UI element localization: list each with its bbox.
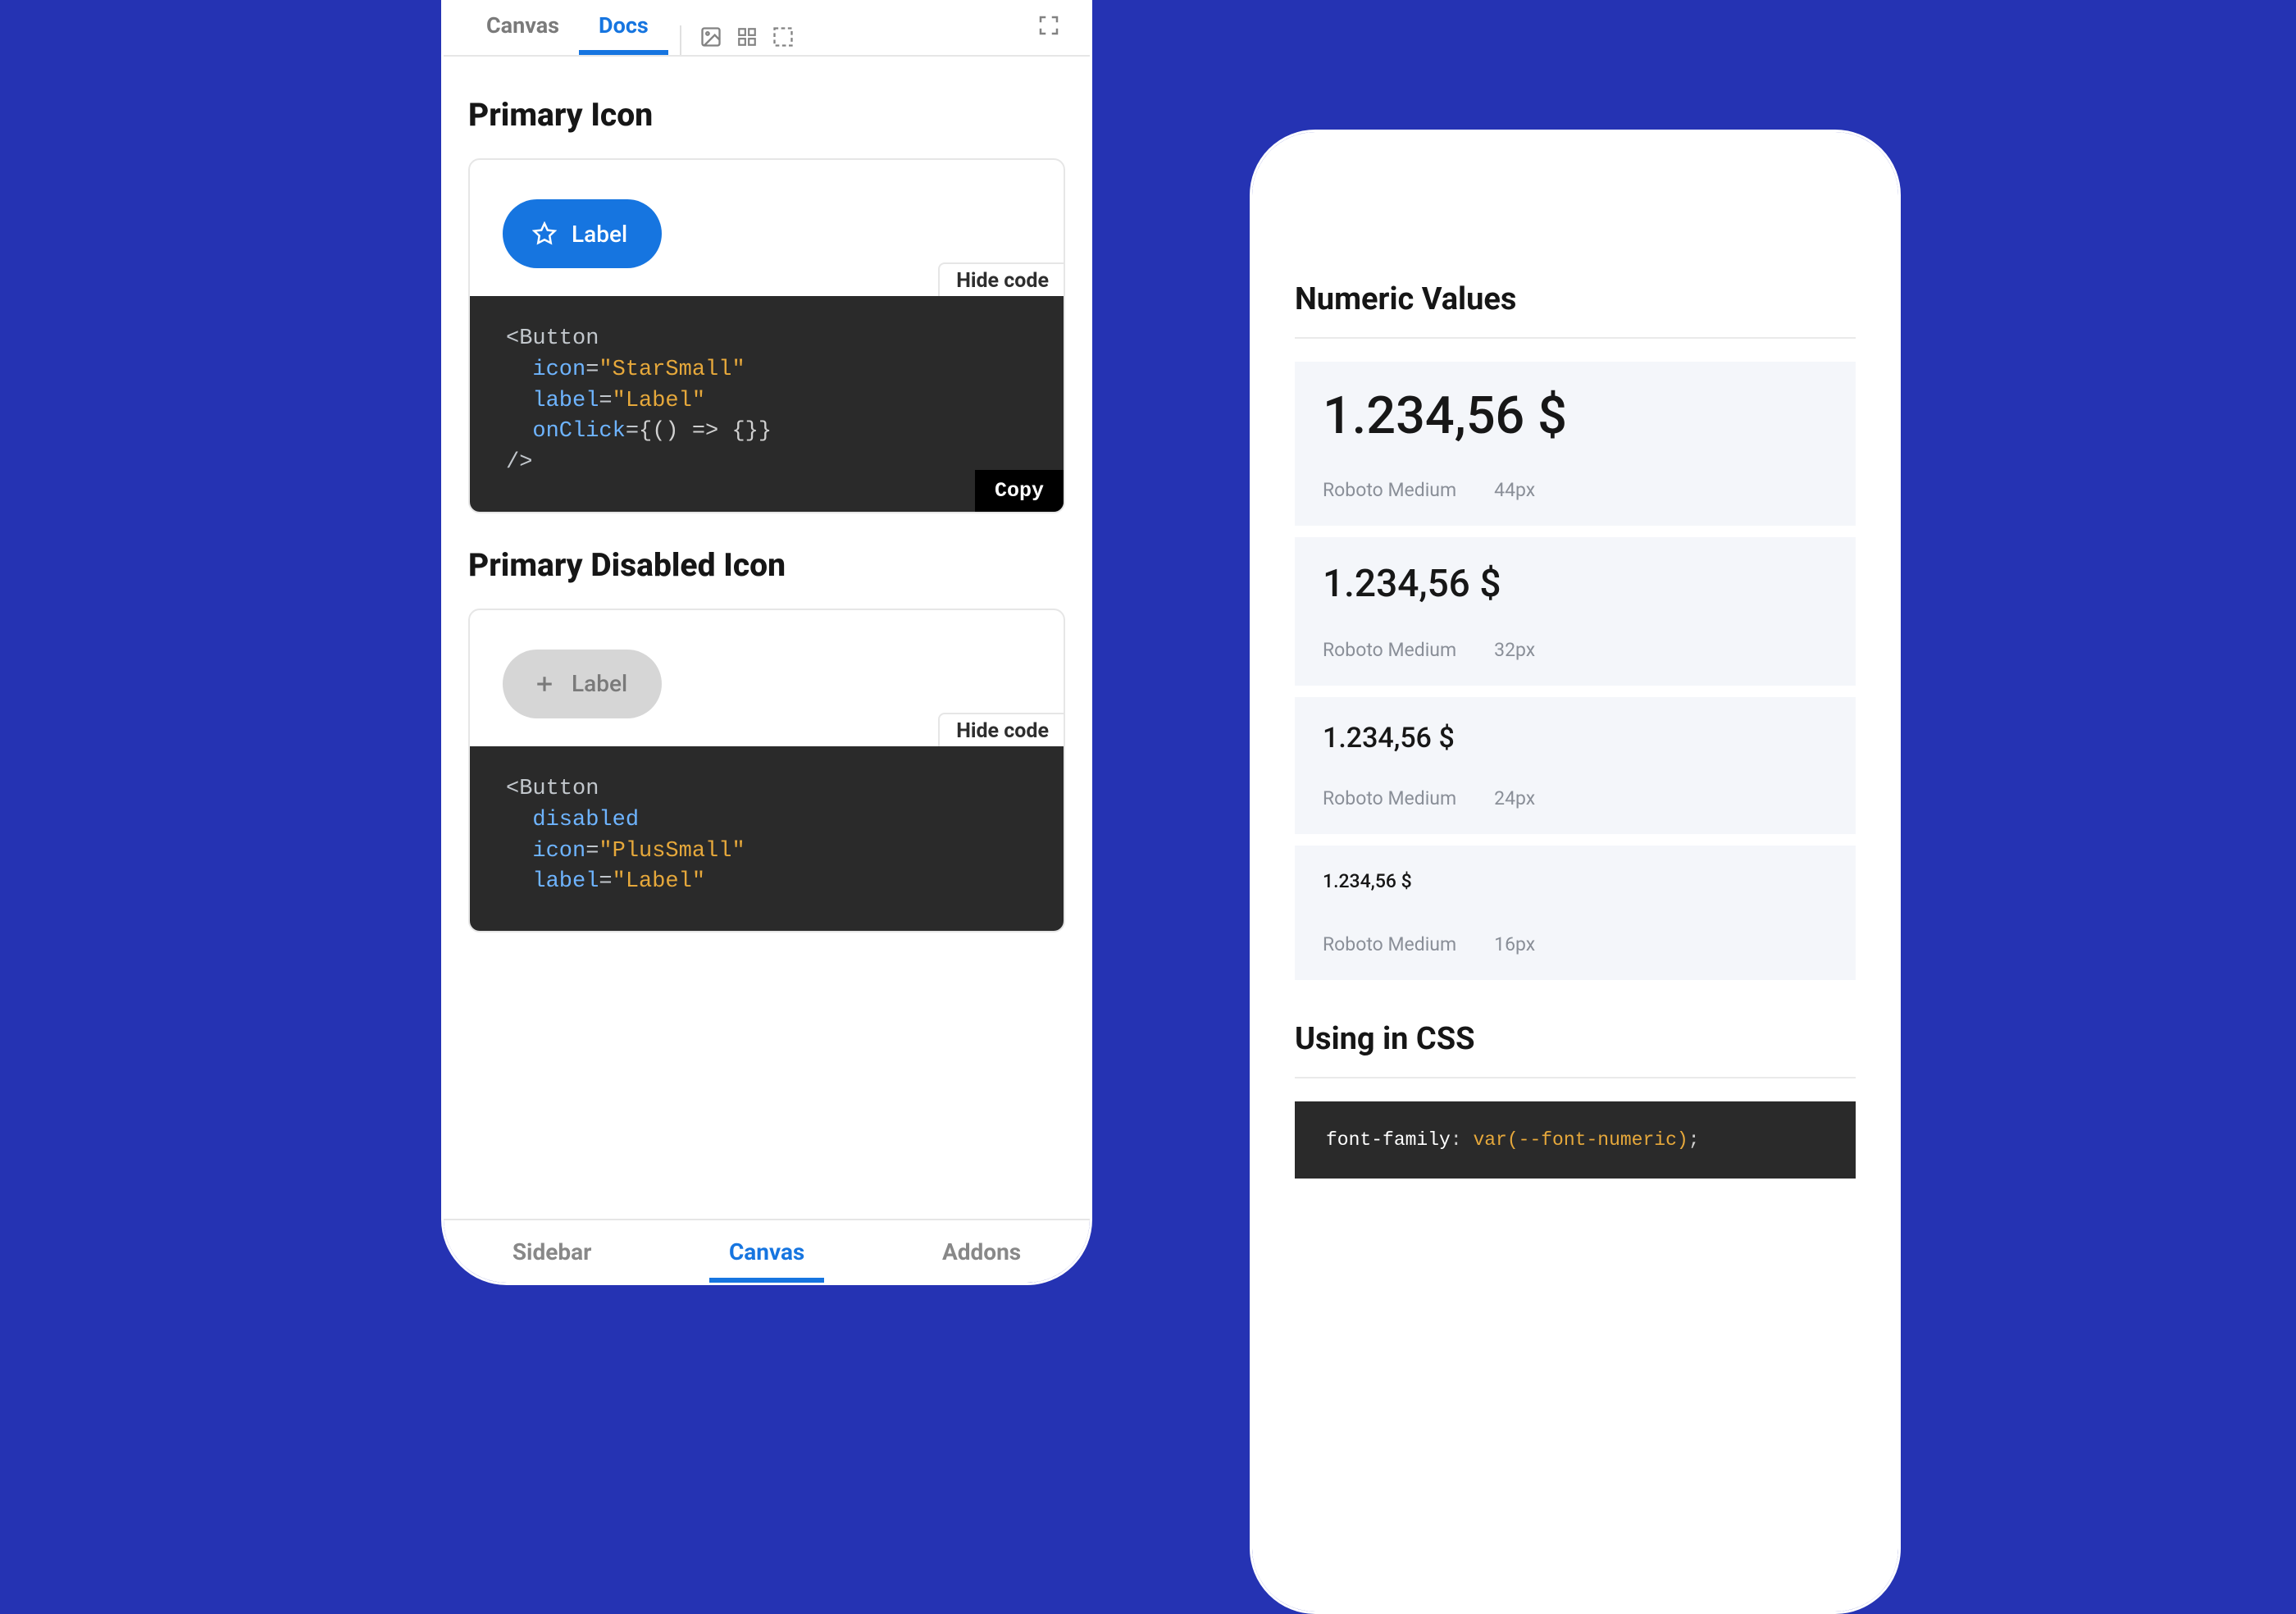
focus-icon[interactable]	[765, 19, 801, 55]
example-preview-disabled: Label Hide code	[470, 610, 1064, 746]
bottom-tab-addons[interactable]: Addons	[922, 1220, 1041, 1283]
storybook-phone-frame: Canvas Docs Primary Icon	[441, 0, 1092, 1285]
numeric-value: 1.234,56 $	[1323, 386, 1828, 446]
toolbar-divider	[680, 25, 681, 55]
hide-code-button[interactable]: Hide code	[938, 713, 1065, 748]
storybook-screen: Canvas Docs Primary Icon	[444, 0, 1090, 1283]
heading-primary-icon: Primary Icon	[468, 96, 1065, 134]
font-name: Roboto Medium	[1323, 933, 1456, 955]
primary-icon-button[interactable]: Label	[503, 199, 662, 268]
button-label: Label	[572, 670, 627, 697]
bottom-tab-sidebar[interactable]: Sidebar	[493, 1220, 612, 1283]
font-size: 24px	[1494, 787, 1535, 809]
button-label: Label	[572, 221, 627, 248]
typography-screen: Numeric Values 1.234,56 $ Roboto Medium …	[1252, 132, 1898, 1612]
font-size: 44px	[1494, 479, 1535, 501]
code-block-primary-icon: <Button icon="StarSmall" label="Label" o…	[470, 296, 1064, 512]
storybook-top-toolbar: Canvas Docs	[444, 0, 1090, 57]
font-name: Roboto Medium	[1323, 787, 1456, 809]
font-name: Roboto Medium	[1323, 639, 1456, 661]
storybook-bottom-nav: Sidebar Canvas Addons	[444, 1219, 1090, 1283]
code-block-disabled-icon: <Button disabled icon="PlusSmall" label=…	[470, 746, 1064, 931]
primary-disabled-icon-button[interactable]: Label	[503, 650, 662, 718]
numeric-values-page: Numeric Values 1.234,56 $ Roboto Medium …	[1252, 239, 1898, 1179]
numeric-sample-32: 1.234,56 $ Roboto Medium 32px	[1295, 537, 1856, 686]
example-card-disabled-icon: Label Hide code <Button disabled icon="P…	[468, 609, 1065, 932]
image-icon[interactable]	[693, 19, 729, 55]
css-rule	[1295, 1077, 1856, 1078]
example-card-primary-icon: Label Hide code <Button icon="StarSmall"…	[468, 158, 1065, 513]
font-size: 32px	[1494, 639, 1535, 661]
example-preview: Label Hide code	[470, 160, 1064, 296]
numeric-sample-16: 1.234,56 $ Roboto Medium 16px	[1295, 846, 1856, 980]
plus-icon	[532, 672, 557, 696]
hide-code-button[interactable]: Hide code	[938, 262, 1065, 298]
grid-icon[interactable]	[729, 19, 765, 55]
title-rule	[1295, 337, 1856, 339]
tab-docs[interactable]: Docs	[579, 0, 668, 55]
numeric-value: 1.234,56 $	[1323, 870, 1828, 892]
typography-phone-frame: Numeric Values 1.234,56 $ Roboto Medium …	[1250, 130, 1901, 1614]
numeric-value: 1.234,56 $	[1323, 562, 1828, 606]
numeric-value: 1.234,56 $	[1323, 722, 1828, 755]
css-heading: Using in CSS	[1295, 1021, 1856, 1057]
css-code-block: font-family: var(--font-numeric);	[1295, 1101, 1856, 1179]
font-size: 16px	[1494, 933, 1535, 955]
page-title: Numeric Values	[1295, 281, 1856, 317]
numeric-sample-44: 1.234,56 $ Roboto Medium 44px	[1295, 362, 1856, 526]
bottom-tab-canvas[interactable]: Canvas	[709, 1220, 824, 1283]
copy-button[interactable]: Copy	[975, 470, 1064, 512]
numeric-sample-24: 1.234,56 $ Roboto Medium 24px	[1295, 697, 1856, 834]
tab-canvas[interactable]: Canvas	[467, 0, 579, 55]
font-name: Roboto Medium	[1323, 479, 1456, 501]
storybook-docs-content: Primary Icon Label Hide code <Button ico…	[444, 57, 1090, 1219]
fullscreen-icon[interactable]	[1031, 7, 1067, 43]
heading-primary-disabled-icon: Primary Disabled Icon	[468, 546, 1065, 584]
star-icon	[532, 221, 557, 246]
